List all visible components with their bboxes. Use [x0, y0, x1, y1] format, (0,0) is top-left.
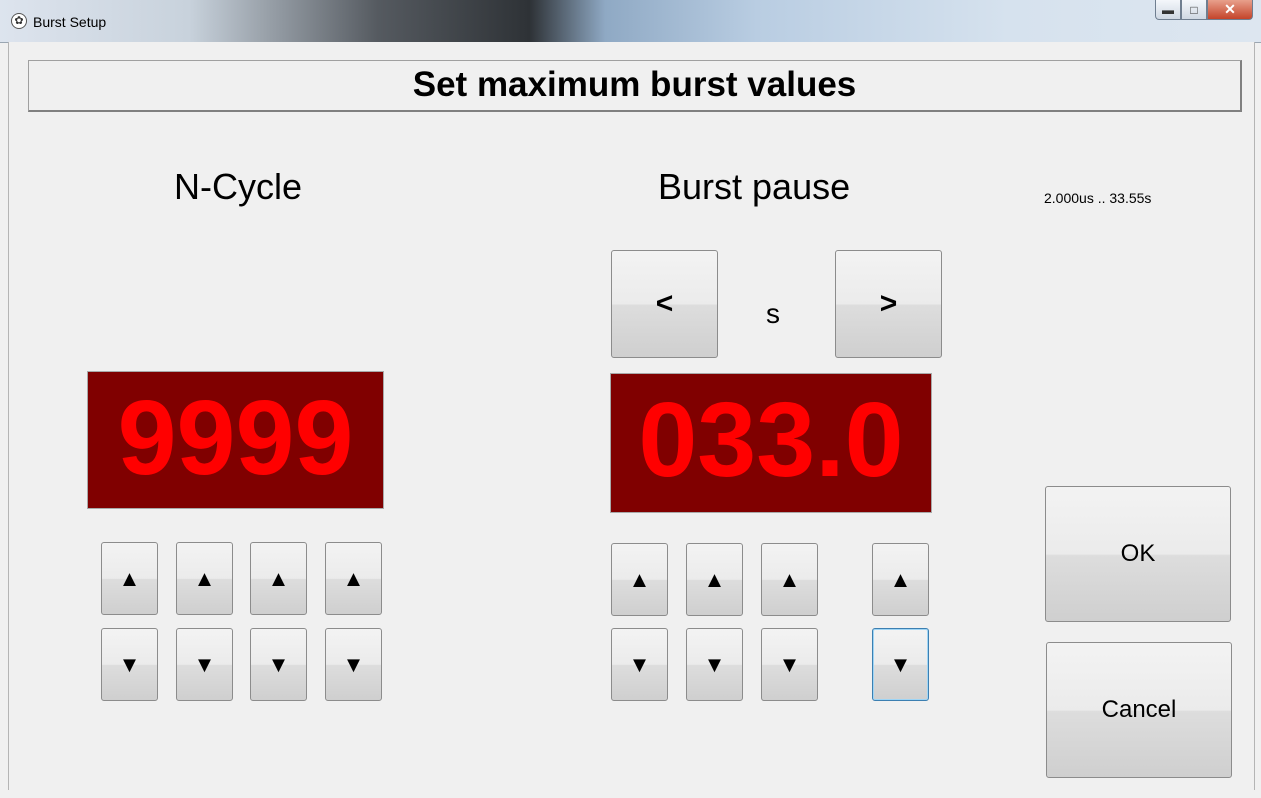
cancel-button[interactable]: Cancel: [1046, 642, 1232, 778]
burst-digit4-up-button[interactable]: ▲: [872, 543, 929, 616]
ncycle-digit2-down-button[interactable]: ▼: [176, 628, 233, 701]
unit-prev-button[interactable]: <: [611, 250, 718, 358]
burst-digit4-down-button[interactable]: ▼: [872, 628, 929, 701]
burst-digit1-up-button[interactable]: ▲: [611, 543, 668, 616]
ncycle-digit1-up-button[interactable]: ▲: [101, 542, 158, 615]
ncycle-display: 9999: [87, 371, 384, 509]
ncycle-digit4-up-button[interactable]: ▲: [325, 542, 382, 615]
ncycle-label: N-Cycle: [174, 166, 303, 207]
minimize-icon: ▬: [1162, 2, 1174, 17]
burst-digit2-down-button[interactable]: ▼: [686, 628, 743, 701]
window-controls: ▬ □ ✕: [1155, 0, 1253, 30]
header-title: Set maximum burst values: [28, 60, 1242, 112]
title-bar: ✿ Burst Setup ▬ □ ✕: [0, 0, 1261, 43]
burst-digit2-up-button[interactable]: ▲: [686, 543, 743, 616]
maximize-icon: □: [1190, 2, 1198, 17]
burst-pause-display: 033.0: [610, 373, 932, 513]
ncycle-digit4-down-button[interactable]: ▼: [325, 628, 382, 701]
ncycle-digit3-down-button[interactable]: ▼: [250, 628, 307, 701]
close-button[interactable]: ✕: [1207, 0, 1253, 20]
burst-range-text: 2.000us .. 33.55s: [1044, 190, 1152, 206]
burst-digit3-up-button[interactable]: ▲: [761, 543, 818, 616]
maximize-button[interactable]: □: [1181, 0, 1207, 20]
minimize-button[interactable]: ▬: [1155, 0, 1181, 20]
burst-digit1-down-button[interactable]: ▼: [611, 628, 668, 701]
burst-digit3-down-button[interactable]: ▼: [761, 628, 818, 701]
ok-button[interactable]: OK: [1045, 486, 1231, 622]
burst-pause-label: Burst pause: [658, 166, 851, 207]
paw-icon: ✿: [11, 13, 27, 29]
burst-unit-label: s: [766, 298, 780, 329]
unit-next-button[interactable]: >: [835, 250, 942, 358]
close-icon: ✕: [1224, 1, 1236, 17]
window-title: Burst Setup: [33, 14, 107, 30]
ncycle-digit1-down-button[interactable]: ▼: [101, 628, 158, 701]
ncycle-digit3-up-button[interactable]: ▲: [250, 542, 307, 615]
ncycle-digit2-up-button[interactable]: ▲: [176, 542, 233, 615]
